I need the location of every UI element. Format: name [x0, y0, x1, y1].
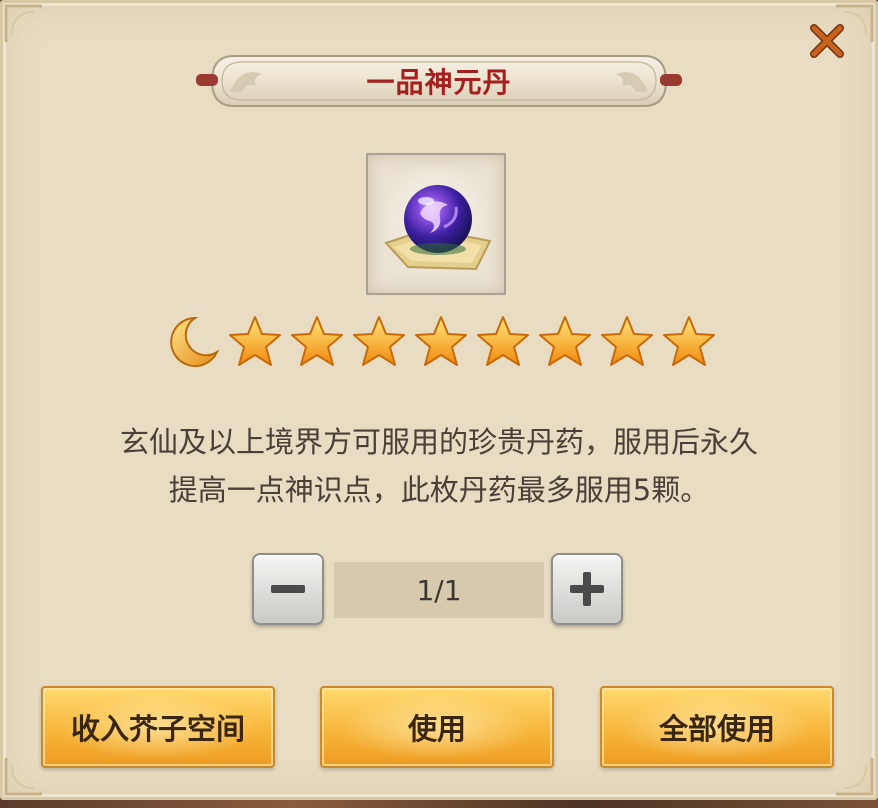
use-button[interactable]: 使用 — [320, 686, 554, 768]
description-line-1: 玄仙及以上境界方可服用的珍贵丹药，服用后永久 — [119, 425, 758, 459]
quantity-increase-button[interactable] — [551, 553, 623, 625]
corner-ornament-bottom-left — [4, 756, 44, 796]
gold-star-icon — [291, 316, 343, 366]
item-icon-frame — [366, 153, 506, 295]
gold-star-icon — [229, 316, 281, 366]
title-banner: 一品神元丹 — [196, 52, 682, 110]
close-button[interactable] — [806, 20, 848, 62]
item-dialog: 一品神元丹 玄仙及以上境界方可服用的珍贵丹药，服用后永久 提高一点神识点，此枚丹… — [0, 0, 878, 800]
crescent-moon-icon — [170, 316, 220, 367]
gold-star-icon — [663, 316, 715, 366]
quantity-field[interactable]: 1/1 — [334, 562, 544, 618]
purple-elixir-orb-icon — [378, 161, 494, 277]
gold-star-icon — [539, 316, 591, 366]
item-rating — [165, 314, 717, 370]
corner-ornament-bottom-right — [834, 756, 874, 796]
plus-icon — [570, 572, 604, 606]
gold-star-icon — [353, 316, 405, 366]
use-all-button[interactable]: 全部使用 — [600, 686, 834, 768]
gold-star-icon — [477, 316, 529, 366]
gold-star-icon — [601, 316, 653, 366]
corner-ornament-top-left — [4, 4, 44, 44]
description-line-2: 提高一点神识点，此枚丹药最多服用5颗。 — [168, 473, 710, 507]
store-in-space-button[interactable]: 收入芥子空间 — [41, 686, 275, 768]
background-strip — [0, 800, 878, 808]
quantity-decrease-button[interactable] — [252, 553, 324, 625]
close-x-icon — [810, 24, 844, 58]
minus-icon — [271, 585, 305, 593]
item-title: 一品神元丹 — [366, 66, 512, 99]
gold-star-icon — [415, 316, 467, 366]
item-description: 玄仙及以上境界方可服用的珍贵丹药，服用后永久 提高一点神识点，此枚丹药最多服用5… — [40, 418, 838, 514]
